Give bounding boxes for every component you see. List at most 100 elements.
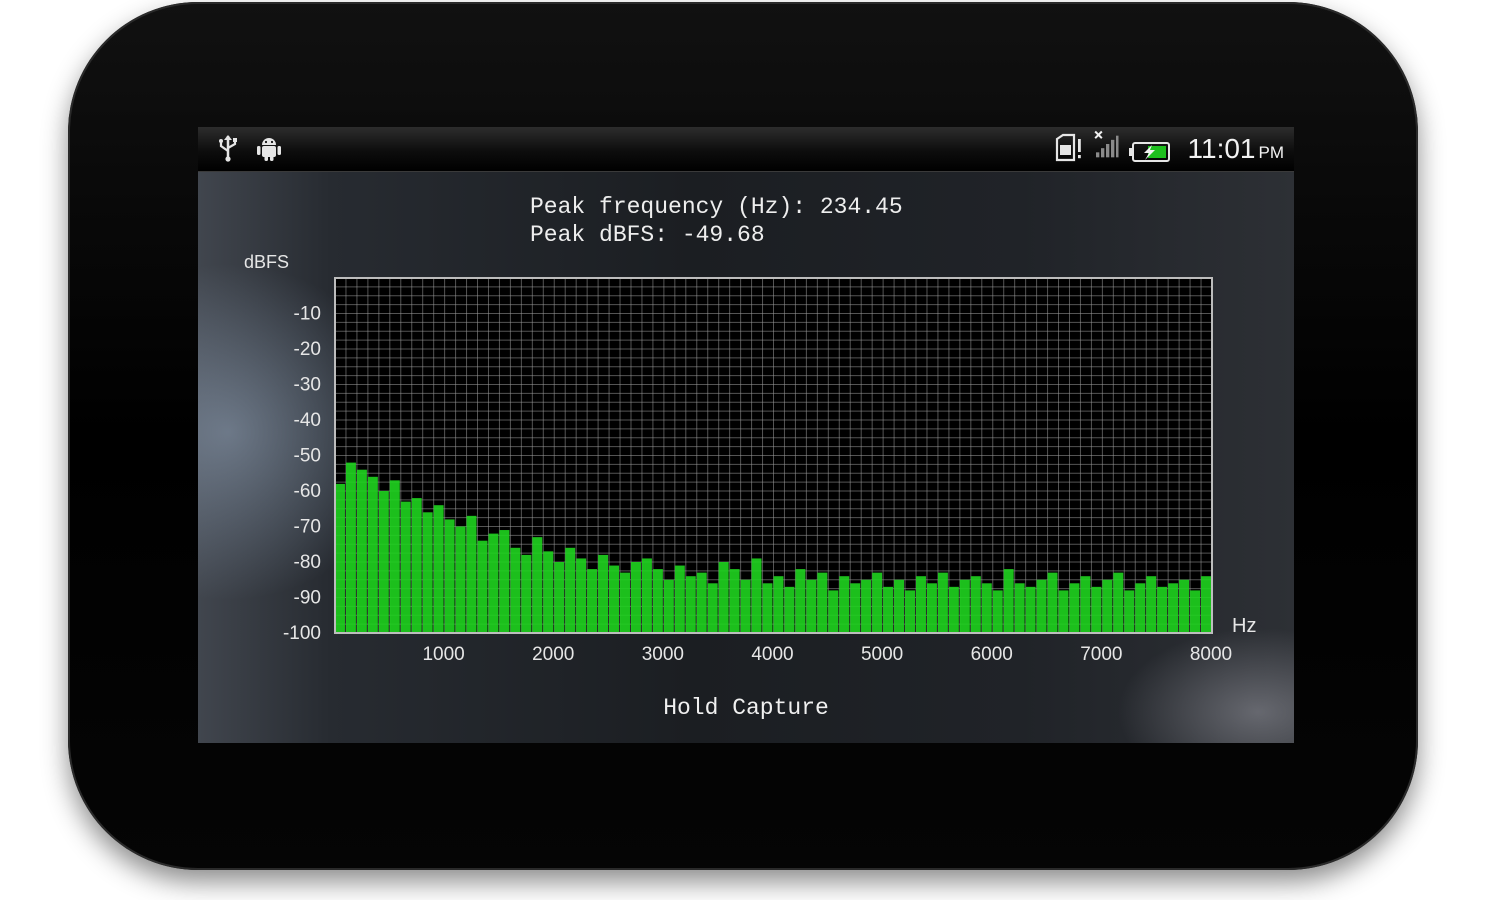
spectrum-bar (992, 590, 1003, 633)
spectrum-bar (861, 579, 872, 633)
spectrum-bar (598, 554, 609, 633)
y-tick-label: -30 (294, 375, 321, 396)
spectrum-bar (718, 562, 729, 633)
spectrum-bar (565, 547, 576, 633)
x-axis-label: Hz (1232, 615, 1256, 637)
spectrum-bar (740, 579, 751, 633)
spectrum-bar (795, 569, 806, 633)
spectrum-bar (817, 572, 828, 633)
spectrum-bar (389, 480, 400, 633)
y-tick-label: -20 (294, 339, 321, 360)
x-tick-label: 7000 (1080, 644, 1122, 665)
spectrum-bar (1080, 576, 1091, 633)
x-tick-label: 3000 (642, 644, 684, 665)
spectrum-bar (1091, 586, 1102, 633)
spectrum-bar (1179, 579, 1190, 633)
battery-charging-icon (1129, 142, 1170, 162)
y-tick-label: -100 (283, 623, 321, 644)
x-tick-label: 4000 (751, 644, 793, 665)
spectrum-bar (806, 579, 817, 633)
status-clock: 11:01 PM (1188, 131, 1285, 171)
spectrum-bar (937, 572, 948, 633)
y-tick-label: -80 (294, 552, 321, 573)
spectrum-bar (477, 540, 488, 633)
spectrum-bar (335, 483, 345, 633)
spectrum-bar (1003, 569, 1014, 633)
spectrum-bar (499, 530, 510, 633)
spectrum-bar (466, 515, 477, 633)
spectrum-bar (576, 558, 587, 633)
spectrum-chart[interactable]: -10 -20 -30 -40 -50 -60 -70 -80 -90 -100 1000 2000 3… (198, 172, 1294, 743)
spectrum-bar (970, 576, 981, 633)
y-tick-label: -50 (294, 446, 321, 467)
spectrum-bar (641, 558, 652, 633)
usb-icon (219, 135, 237, 162)
y-tick-label: -70 (294, 517, 321, 538)
y-tick-label: -90 (294, 588, 321, 609)
spectrum-bar (1036, 579, 1047, 633)
spectrum-bar (1135, 583, 1146, 633)
x-tick-label: 8000 (1190, 644, 1232, 665)
spectrum-bar (433, 505, 444, 633)
spectrum-bar (1014, 583, 1025, 633)
spectrum-bar (510, 547, 521, 633)
spectrum-bar (751, 558, 762, 633)
spectrum-bar (1102, 579, 1113, 633)
spectrum-bar (707, 583, 718, 633)
spectrum-bar (685, 576, 696, 633)
y-tick-label: -10 (294, 304, 321, 325)
spectrum-bar (1124, 590, 1135, 633)
spectrum-bar (959, 579, 970, 633)
spectrum-bar (872, 572, 883, 633)
spectrum-bar (455, 526, 466, 633)
spectrum-bar (532, 537, 543, 633)
spectrum-bar (488, 533, 499, 633)
spectrum-bar (784, 586, 795, 633)
y-tick-label: -40 (294, 410, 321, 431)
spectrum-bar (587, 569, 598, 633)
spectrum-bar (345, 462, 356, 633)
spectrum-bar (1190, 590, 1201, 633)
spectrum-analyzer-view: Peak frequency (Hz): 234.45 Peak dBFS: -… (198, 172, 1294, 743)
spectrum-bar (630, 562, 641, 633)
spectrum-bar (916, 576, 926, 633)
spectrum-bar (378, 491, 389, 633)
spectrum-bar (894, 579, 905, 633)
spectrum-bar (1201, 576, 1211, 633)
x-tick-label: 6000 (971, 644, 1013, 665)
spectrum-bar (828, 590, 839, 633)
spectrum-bar (1113, 572, 1124, 633)
spectrum-bar (1058, 590, 1069, 633)
spectrum-bar (850, 583, 861, 633)
hold-capture-label: Hold Capture (663, 695, 829, 721)
spectrum-bar (367, 476, 378, 633)
spectrum-bar (1157, 586, 1168, 633)
x-tick-label: 2000 (532, 644, 574, 665)
spectrum-bar (400, 501, 411, 633)
spectrum-bar (1168, 583, 1179, 633)
spectrum-bar (729, 569, 740, 633)
debug-android-icon (257, 138, 281, 161)
spectrum-bar (905, 590, 916, 633)
spectrum-bar (773, 576, 784, 633)
spectrum-bar (521, 554, 532, 633)
x-tick-label: 1000 (422, 644, 464, 665)
sd-card-warning-icon (1055, 133, 1081, 162)
spectrum-bar (356, 469, 367, 633)
spectrum-bar (1069, 583, 1080, 633)
spectrum-bar (663, 579, 674, 633)
x-tick-label: 5000 (861, 644, 903, 665)
no-signal-icon (1094, 130, 1119, 158)
spectrum-bar (609, 565, 620, 633)
y-tick-label: -60 (294, 481, 321, 502)
clock-ampm: PM (1258, 143, 1285, 162)
y-axis-label: dBFS (244, 252, 289, 272)
spectrum-bar (543, 551, 554, 633)
clock-time: 11:01 (1187, 133, 1256, 164)
tablet-screen: 11:01 PM Peak frequency (Hz): 234.45 Peak… (198, 127, 1294, 743)
spectrum-bar (652, 569, 663, 633)
spectrum-bar (1025, 586, 1036, 633)
spectrum-bar (948, 586, 959, 633)
spectrum-bar (883, 586, 894, 633)
spectrum-bar (554, 562, 565, 633)
